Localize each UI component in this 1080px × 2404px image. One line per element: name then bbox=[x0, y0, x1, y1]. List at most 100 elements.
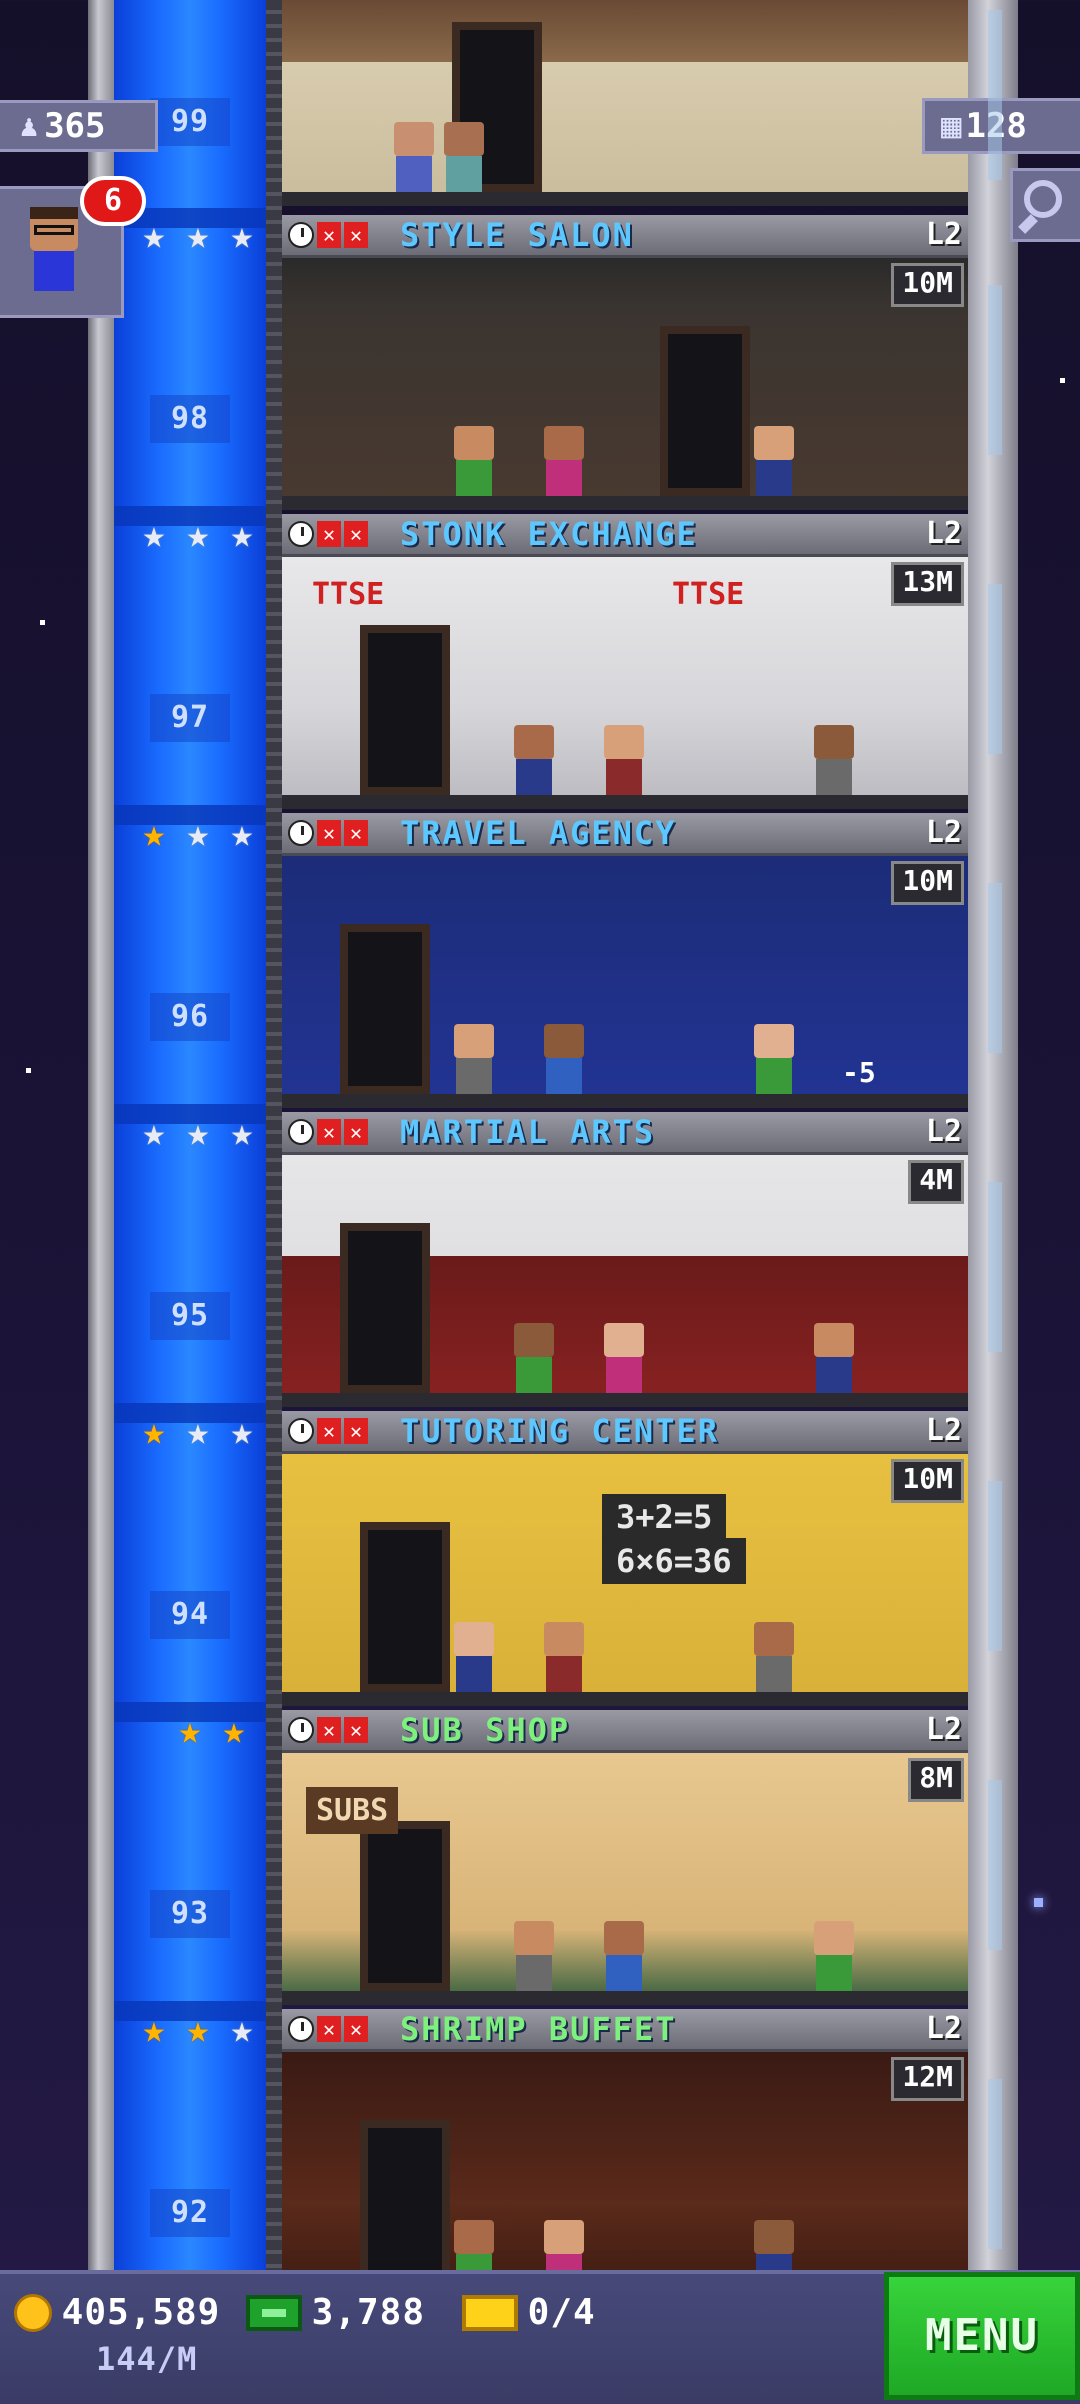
star-decoration bbox=[40, 620, 45, 625]
room-door bbox=[340, 924, 430, 1094]
room-interior[interactable]: TTSE TTSE bbox=[282, 557, 968, 809]
room-floor bbox=[282, 1991, 968, 2005]
bitizen bbox=[812, 1921, 856, 1991]
room-interior[interactable] bbox=[282, 1155, 968, 1407]
ticket-counter[interactable]: 0/4 bbox=[462, 2292, 596, 2333]
room-floor bbox=[282, 192, 968, 206]
floor-level: L2 bbox=[925, 1712, 962, 1747]
floor-row[interactable]: ✕ ✕ SUB SHOP L2 SUBS 8M bbox=[282, 1710, 968, 2009]
building-icon: ▦ bbox=[941, 106, 962, 146]
room-interior bbox=[282, 0, 968, 206]
room-interior[interactable]: -5 bbox=[282, 856, 968, 1108]
empty-stock-icon: ✕ bbox=[317, 1119, 341, 1145]
floor-number-label: 95 bbox=[150, 1292, 230, 1340]
floor-level: L2 bbox=[925, 1114, 962, 1149]
bux-counter[interactable]: 3,788 bbox=[246, 2292, 425, 2333]
room-interior[interactable] bbox=[282, 258, 968, 510]
room-interior[interactable] bbox=[282, 2052, 968, 2304]
bitizen bbox=[392, 122, 436, 192]
gold-star-icon: ★ bbox=[142, 811, 166, 855]
bitizen bbox=[542, 1024, 586, 1094]
room-interior[interactable]: 3+2=5 6×6=36 bbox=[282, 1454, 968, 1706]
bitizen bbox=[602, 1921, 646, 1991]
floor-header[interactable]: ✕ ✕ TRAVEL AGENCY L2 bbox=[282, 813, 968, 856]
room-sign-text: SUBS bbox=[306, 1787, 399, 1834]
room-door bbox=[660, 326, 750, 496]
floor-row[interactable]: ✕ ✕ TUTORING CENTER L2 3+2=5 6×6=36 10M bbox=[282, 1411, 968, 1710]
status-icons: ✕ ✕ bbox=[288, 820, 368, 846]
floor-number-label: 93 bbox=[150, 1890, 230, 1938]
room-floor bbox=[282, 1094, 968, 1108]
restock-price-badge: 12M bbox=[891, 2057, 964, 2101]
floor-row[interactable]: ✕ ✕ STONK EXCHANGE L2 TTSE TTSE 13M bbox=[282, 514, 968, 813]
restock-price-badge: 10M bbox=[891, 1459, 964, 1503]
silver-star-icon: ★ bbox=[230, 512, 254, 556]
empty-stock-icon: ✕ bbox=[317, 2016, 341, 2042]
floor-row[interactable]: ✕ ✕ TRAVEL AGENCY L2 -5 10M bbox=[282, 813, 968, 1112]
coin-value: 405,589 bbox=[61, 2292, 221, 2333]
floor-row[interactable]: ✕ ✕ MARTIAL ARTS L2 4M bbox=[282, 1112, 968, 1411]
floor-partial-top[interactable] bbox=[282, 0, 968, 208]
menu-button[interactable]: MENU bbox=[884, 2272, 1080, 2400]
floor-level: L2 bbox=[925, 815, 962, 850]
tower-window bbox=[988, 2079, 1002, 2249]
empty-stock-icon: ✕ bbox=[317, 1717, 341, 1743]
room-sign-text: TTSE bbox=[312, 577, 385, 612]
bitizen bbox=[542, 426, 586, 496]
floor-header[interactable]: ✕ ✕ SHRIMP BUFFET L2 bbox=[282, 2009, 968, 2052]
floor-number-label: 96 bbox=[150, 993, 230, 1041]
gold-star-icon: ★ bbox=[222, 1708, 246, 1752]
floor-row[interactable]: ✕ ✕ SHRIMP BUFFET L2 12M bbox=[282, 2009, 968, 2308]
tower-window bbox=[988, 584, 1002, 754]
room-interior[interactable]: SUBS bbox=[282, 1753, 968, 2005]
coin-counter[interactable]: 405,589 bbox=[14, 2292, 220, 2333]
bux-icon bbox=[246, 2294, 302, 2331]
room-floor bbox=[282, 496, 968, 510]
search-button[interactable] bbox=[1010, 168, 1080, 242]
empty-stock-icon: ✕ bbox=[344, 1717, 368, 1743]
tower-window bbox=[988, 10, 1002, 180]
coin-rate-value: 144/M bbox=[96, 2340, 198, 2378]
silver-star-icon: ★ bbox=[230, 1409, 254, 1453]
empty-stock-icon: ✕ bbox=[344, 2016, 368, 2042]
bitizen bbox=[752, 1622, 796, 1692]
silver-star-icon: ★ bbox=[230, 811, 254, 855]
population-counter[interactable]: ♟ 365 bbox=[0, 100, 158, 152]
floor-header[interactable]: ✕ ✕ MARTIAL ARTS L2 bbox=[282, 1112, 968, 1155]
clock-icon bbox=[288, 820, 314, 846]
bitizen bbox=[752, 426, 796, 496]
person-icon: ♟ bbox=[20, 108, 39, 144]
floor-header[interactable]: ✕ ✕ STONK EXCHANGE L2 bbox=[282, 514, 968, 557]
silver-star-icon: ★ bbox=[230, 213, 254, 257]
silver-star-icon: ★ bbox=[186, 512, 210, 556]
floor-star-rating: ★ ★ ★ bbox=[134, 215, 262, 255]
floor-name: STYLE SALON bbox=[400, 216, 634, 254]
room-door bbox=[360, 2120, 450, 2290]
gold-star-icon: ★ bbox=[186, 2007, 210, 2051]
floor-row[interactable]: ✕ ✕ STYLE SALON L2 10M bbox=[282, 215, 968, 514]
floor-number-label: 92 bbox=[150, 2189, 230, 2237]
empty-stock-icon: ✕ bbox=[344, 820, 368, 846]
bitizen-avatar bbox=[24, 207, 84, 303]
empty-stock-icon: ✕ bbox=[317, 521, 341, 547]
floor-header[interactable]: ✕ ✕ SUB SHOP L2 bbox=[282, 1710, 968, 1753]
bitizen bbox=[602, 1323, 646, 1393]
star-decoration bbox=[1060, 378, 1065, 383]
tower-window bbox=[988, 883, 1002, 1053]
room-sign-text: TTSE bbox=[672, 577, 745, 612]
bitizen bbox=[512, 1323, 556, 1393]
tower-left-rail bbox=[88, 0, 114, 2270]
floor-header[interactable]: ✕ ✕ STYLE SALON L2 bbox=[282, 215, 968, 258]
room-door bbox=[360, 625, 450, 795]
floor-header[interactable]: ✕ ✕ TUTORING CENTER L2 bbox=[282, 1411, 968, 1454]
floor-level: L2 bbox=[925, 2011, 962, 2046]
room-floor bbox=[282, 1692, 968, 1706]
floor-name: SUB SHOP bbox=[400, 1711, 571, 1749]
golden-ticket-icon bbox=[462, 2294, 518, 2331]
status-icons: ✕ ✕ bbox=[288, 521, 368, 547]
coin-icon bbox=[14, 2293, 52, 2332]
bitizen bbox=[442, 122, 486, 192]
gold-star-icon: ★ bbox=[142, 2007, 166, 2051]
floor-star-rating: ★ ★ ★ bbox=[134, 1112, 262, 1152]
room-floor bbox=[282, 1393, 968, 1407]
